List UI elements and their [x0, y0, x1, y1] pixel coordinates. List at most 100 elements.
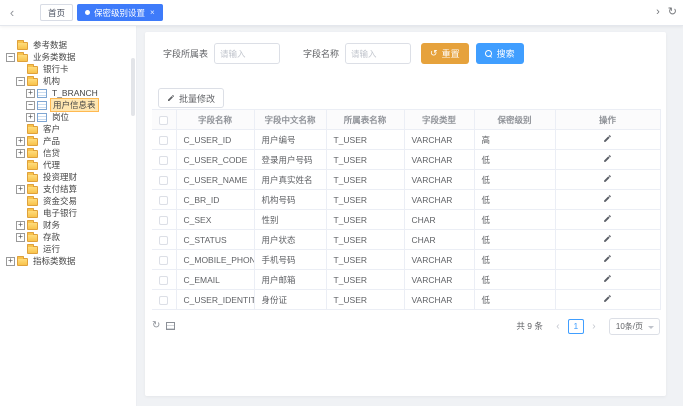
tree-node-label: 存款	[41, 231, 62, 243]
row-actions	[555, 130, 660, 150]
tree-node-label: 银行卡	[41, 63, 71, 75]
expand-icon[interactable]: +	[16, 149, 25, 158]
tree-node-客户[interactable]: 客户	[0, 123, 136, 135]
batch-edit-button[interactable]: 批量修改	[158, 88, 224, 108]
table-cell: 手机号码	[254, 250, 326, 270]
screen: ‹ 首页保密级别设置× › ↻ 参考数据−业务类数据银行卡−机构+T_BRANC…	[0, 0, 683, 406]
tree-indent	[16, 161, 25, 170]
tree-node-指标类数据[interactable]: + 指标类数据	[0, 255, 136, 267]
refresh-table-icon[interactable]: ↻	[152, 321, 160, 331]
tab-active[interactable]: 保密级别设置 ×	[77, 4, 163, 21]
tree-node-label: 财务	[41, 219, 62, 231]
edit-row-icon[interactable]	[603, 194, 612, 203]
column-settings-icon[interactable]	[166, 322, 175, 330]
tree-node-label: 代理	[41, 159, 62, 171]
expand-icon[interactable]: +	[6, 257, 15, 266]
field-table-label: 字段所属表	[163, 47, 208, 60]
total-count: 共 9 条	[516, 320, 542, 332]
tree-indent	[16, 173, 25, 182]
folder-icon	[27, 210, 38, 218]
tree-node-label: 产品	[41, 135, 62, 147]
tree-node-业务类数据[interactable]: −业务类数据	[0, 51, 136, 63]
tree-node-电子银行[interactable]: 电子银行	[0, 207, 136, 219]
tree-node-银行卡[interactable]: 银行卡	[0, 63, 136, 75]
edit-row-icon[interactable]	[603, 294, 612, 303]
close-tab-icon[interactable]: ×	[150, 8, 155, 17]
tree-node-岗位[interactable]: +岗位	[0, 111, 136, 123]
tab-label: 保密级别设置	[94, 7, 145, 19]
tree-node-参考数据[interactable]: 参考数据	[0, 39, 136, 51]
row-actions	[555, 230, 660, 250]
tree-node-存款[interactable]: + 存款	[0, 231, 136, 243]
tree-node-label: 指标类数据	[31, 255, 78, 267]
search-button[interactable]: 搜索	[476, 43, 524, 64]
tree-node-机构[interactable]: −机构	[0, 75, 136, 87]
row-checkbox[interactable]	[159, 176, 168, 185]
expand-icon[interactable]: +	[16, 233, 25, 242]
row-checkbox[interactable]	[159, 256, 168, 265]
reset-icon: ↺	[430, 49, 438, 58]
table-row: C_EMAIL用户邮箱T_USERVARCHAR低	[152, 270, 660, 290]
sidebar-scrollbar[interactable]	[131, 58, 135, 116]
tree-node-支付结算[interactable]: +支付结算	[0, 183, 136, 195]
table-cell: T_USER	[326, 170, 404, 190]
tree-node-产品[interactable]: + 产品	[0, 135, 136, 147]
column-header: 字段中文名称	[254, 110, 326, 130]
expand-icon[interactable]: +	[26, 89, 35, 98]
edit-row-icon[interactable]	[603, 214, 612, 223]
tab-item[interactable]: 首页	[40, 4, 73, 21]
row-checkbox[interactable]	[159, 236, 168, 245]
refresh-page-icon[interactable]: ↻	[668, 7, 677, 18]
row-checkbox[interactable]	[159, 296, 168, 305]
edit-row-icon[interactable]	[603, 254, 612, 263]
table-cell: 登录用户号码	[254, 150, 326, 170]
row-checkbox[interactable]	[159, 156, 168, 165]
tree-node-运行[interactable]: 运行	[0, 243, 136, 255]
edit-row-icon[interactable]	[603, 174, 612, 183]
next-page-button[interactable]: ›	[587, 319, 601, 334]
tree-node-label: 运行	[41, 243, 62, 255]
folder-icon	[17, 258, 28, 266]
edit-row-icon[interactable]	[603, 154, 612, 163]
row-checkbox[interactable]	[159, 276, 168, 285]
tree-node-代理[interactable]: 代理	[0, 159, 136, 171]
select-all-checkbox[interactable]	[159, 116, 168, 125]
table-cell: 低	[474, 170, 555, 190]
reset-button[interactable]: ↺ 重置	[421, 43, 469, 64]
folder-icon	[27, 198, 38, 206]
expand-icon[interactable]: +	[16, 221, 25, 230]
prev-page-button[interactable]: ‹	[551, 319, 565, 334]
tree-node-投资理财[interactable]: 投资理财	[0, 171, 136, 183]
row-checkbox[interactable]	[159, 136, 168, 145]
tree-node-资金交易[interactable]: 资金交易	[0, 195, 136, 207]
collapse-icon[interactable]: −	[26, 101, 35, 110]
edit-row-icon[interactable]	[603, 274, 612, 283]
column-header: 保密级别	[474, 110, 555, 130]
open-tabs: 首页 保密级别设置 ×	[40, 4, 656, 21]
tab-scroll-left-icon[interactable]: ‹	[6, 6, 18, 19]
table-cell: VARCHAR	[404, 130, 474, 150]
edit-row-icon[interactable]	[603, 234, 612, 243]
folder-icon	[27, 162, 38, 170]
row-checkbox[interactable]	[159, 196, 168, 205]
edit-row-icon[interactable]	[603, 134, 612, 143]
tree-node-用户信息表[interactable]: −用户信息表	[0, 99, 136, 111]
tree-node-财务[interactable]: + 财务	[0, 219, 136, 231]
expand-icon[interactable]: +	[16, 137, 25, 146]
row-checkbox[interactable]	[159, 216, 168, 225]
collapse-icon[interactable]: −	[16, 77, 25, 86]
tree-node-信贷[interactable]: +信贷	[0, 147, 136, 159]
chevron-down-icon	[648, 326, 654, 329]
tree-node-label: 参考数据	[31, 39, 69, 51]
table-cell: T_USER	[326, 290, 404, 310]
field-table-input[interactable]	[214, 43, 280, 64]
page-size-select[interactable]: 10条/页	[609, 318, 660, 335]
tab-scroll-right-icon[interactable]: ›	[656, 7, 660, 18]
expand-icon[interactable]: +	[26, 113, 35, 122]
collapse-icon[interactable]: −	[6, 53, 15, 62]
table-cell: 低	[474, 290, 555, 310]
table-row: C_SEX性别T_USERCHAR低	[152, 210, 660, 230]
page-number-button[interactable]: 1	[568, 319, 584, 334]
field-name-input[interactable]	[345, 43, 411, 64]
expand-icon[interactable]: +	[16, 185, 25, 194]
